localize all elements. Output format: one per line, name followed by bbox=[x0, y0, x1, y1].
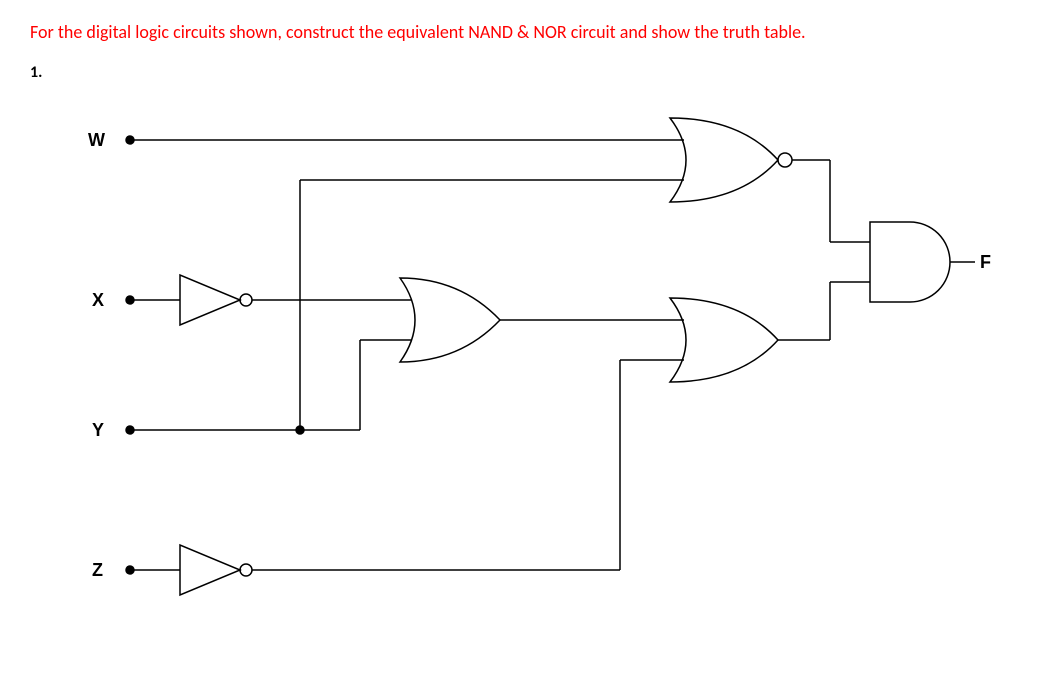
circuit-diagram: W X Y Z F bbox=[30, 92, 1010, 632]
gate-or-az bbox=[670, 298, 778, 382]
instruction-text: For the digital logic circuits shown, co… bbox=[30, 20, 930, 45]
circuit-svg bbox=[30, 92, 1010, 632]
gate-or-xy bbox=[400, 278, 500, 362]
problem-number: 1. bbox=[30, 63, 1011, 82]
gate-not-z bbox=[180, 545, 252, 595]
gate-nor-wy bbox=[670, 118, 792, 202]
gate-not-x bbox=[180, 275, 252, 325]
gate-and-final bbox=[870, 222, 950, 302]
